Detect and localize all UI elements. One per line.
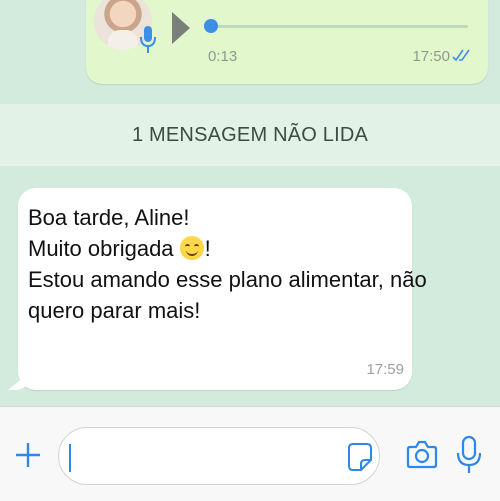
outgoing-voice-message[interactable]: 0:13 17:50 [86, 0, 488, 84]
message-line: Estou amando esse plano alimentar, não [28, 267, 427, 292]
incoming-text-message[interactable]: Boa tarde, Aline! Muito obrigada ! Estou… [18, 188, 427, 390]
message-text: Muito obrigada [28, 236, 174, 261]
chat-area: 0:13 17:50 1 MENSAGEM NÃO LIDA Boa tarde… [0, 0, 500, 406]
voice-duration: 0:13 [208, 48, 238, 65]
unread-messages-banner: 1 MENSAGEM NÃO LIDA [0, 104, 500, 166]
unread-banner-label: 1 MENSAGEM NÃO LIDA [131, 123, 369, 146]
double-check-read-icon [452, 49, 470, 62]
message-line: quero parar mais! [28, 298, 201, 323]
text-caret [69, 444, 71, 472]
message-input[interactable] [58, 427, 380, 485]
plus-icon[interactable] [14, 441, 42, 469]
message-input-bar [0, 406, 500, 501]
sticker-icon[interactable] [347, 442, 373, 472]
message-timestamp: 17:59 [366, 361, 404, 378]
message-line: Boa tarde, Aline! [28, 205, 190, 230]
microphone-icon[interactable] [456, 435, 482, 475]
camera-icon[interactable] [406, 439, 438, 469]
voice-progress-knob[interactable] [204, 19, 218, 33]
microphone-icon [140, 26, 156, 53]
message-line: Muito obrigada ! [28, 233, 427, 264]
voice-progress-track[interactable] [210, 25, 468, 28]
voice-timestamp: 17:50 [412, 48, 450, 65]
smiling-face-emoji-icon [179, 236, 204, 260]
message-text: ! [204, 236, 211, 261]
play-icon[interactable] [170, 10, 192, 46]
message-body: Boa tarde, Aline! Muito obrigada ! Estou… [28, 202, 427, 326]
